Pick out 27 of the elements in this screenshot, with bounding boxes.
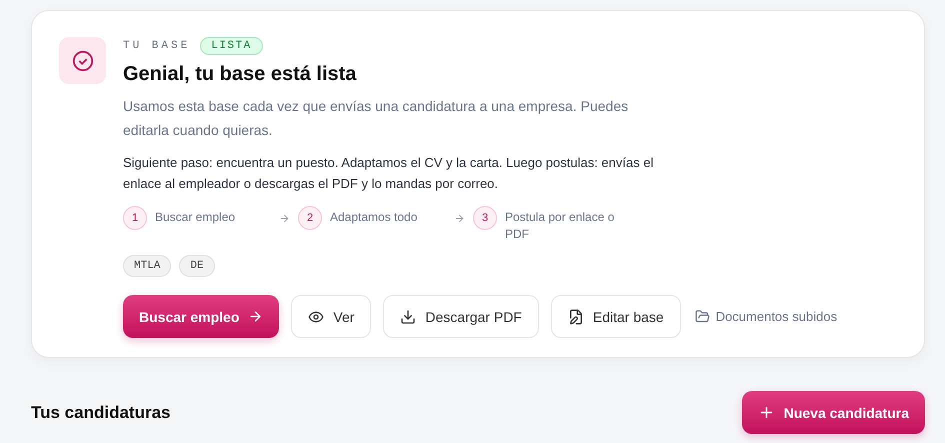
arrow-icon (248, 309, 264, 324)
edit-document-icon (568, 308, 584, 324)
step-label: Adaptamos todo (330, 209, 418, 226)
section-title: Tus candidaturas (31, 402, 170, 422)
eye-icon (308, 308, 324, 324)
status-badge: LISTA (200, 37, 263, 55)
step-number: 3 (473, 206, 497, 230)
step-number: 1 (123, 206, 147, 230)
new-application-button[interactable]: Nueva candidatura (742, 391, 925, 434)
search-jobs-button[interactable]: Buscar empleo (123, 295, 280, 338)
eyebrow-label: TU BASE (123, 40, 190, 52)
step-label: Buscar empleo (155, 209, 236, 226)
tag: MTLA (123, 255, 172, 277)
next-step-text: Siguiente paso: encuentra un puesto. Adaptamos el CV y la carta. Luego postulas: envías el enlace al empleador o descargas el PDF y lo mandas por correo. (123, 154, 654, 193)
card-title: Genial, tu base está lista (123, 63, 358, 86)
download-icon (400, 308, 416, 324)
view-button[interactable]: Ver (291, 295, 372, 338)
folder-icon (694, 309, 710, 324)
arrow-icon (454, 212, 465, 224)
edit-button[interactable]: Editar base (550, 295, 681, 338)
download-button[interactable]: Descargar PDF (383, 295, 539, 338)
documents-link[interactable]: Documentos subidos (692, 309, 840, 324)
tag: DE (179, 255, 215, 277)
card-description: Usamos esta base cada vez que envías una candidatura a una empresa. Puedes editarla cuando quieras. (123, 97, 630, 140)
step-label: Postula por enlace o PDF (505, 209, 616, 243)
step-number: 2 (298, 206, 322, 230)
arrow-icon (278, 212, 290, 224)
